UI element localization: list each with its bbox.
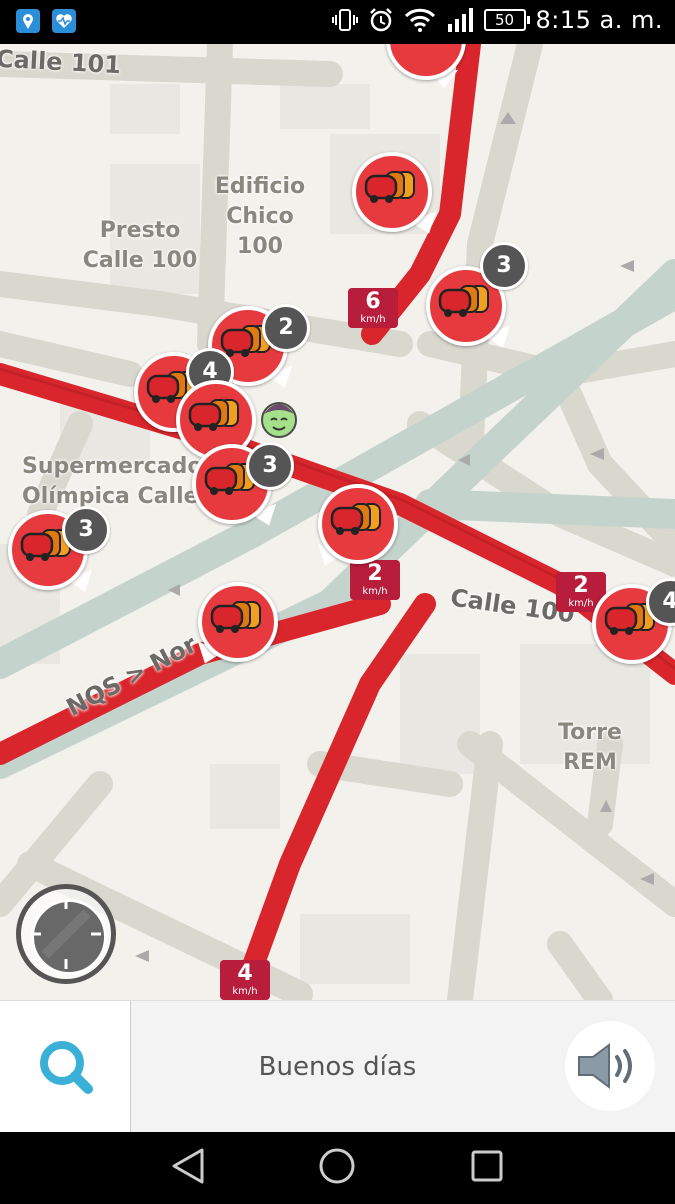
traffic-jam-marker[interactable]	[386, 44, 466, 88]
traffic-jam-icon	[210, 601, 261, 633]
bottom-bar: Buenos días	[0, 1000, 675, 1133]
moods-icon	[261, 402, 297, 438]
sound-button[interactable]	[565, 1021, 655, 1111]
location-app-icon	[16, 9, 40, 33]
user-avatar[interactable]	[258, 396, 300, 438]
traffic-jam-marker[interactable]	[191, 582, 278, 669]
greeting-text: Buenos días	[258, 1052, 417, 1082]
traffic-jam-icon	[330, 503, 381, 535]
map-view[interactable]: Calle 101 Calle 100 NQS > Nor Edificio C…	[0, 44, 675, 1000]
back-icon[interactable]	[172, 1148, 204, 1184]
traffic-jam-marker[interactable]	[311, 484, 398, 571]
edificio-chico-100-label: Edificio Chico 100	[214, 174, 306, 259]
traffic-jam-marker[interactable]: 3	[192, 442, 294, 531]
jam-count-badge: 2	[262, 304, 310, 352]
alarm-icon	[369, 8, 392, 32]
clock: 8:15 a. m.	[535, 6, 663, 34]
status-bar: 50 8:15 a. m.	[0, 0, 675, 44]
traffic-jam-marker[interactable]	[352, 152, 443, 239]
wifi-icon	[404, 8, 435, 32]
speaker-icon	[578, 1043, 632, 1089]
battery-level: 50	[494, 11, 515, 29]
traffic-jam-icon	[364, 171, 415, 203]
presto-calle-100-label: Presto Calle 100	[82, 218, 198, 273]
jam-count-badge: 3	[246, 442, 294, 490]
torre-rem-label: Torre REM	[558, 720, 622, 775]
jam-count-badge: 3	[480, 242, 528, 290]
traffic-jam-marker[interactable]: 3	[8, 506, 110, 597]
battery-icon: 50	[483, 9, 530, 31]
crosshair-icon	[31, 899, 107, 975]
signal-icon	[447, 8, 473, 32]
search-icon	[40, 1041, 93, 1094]
recenter-button[interactable]	[16, 884, 116, 984]
speed-badge[interactable]: 6 km/h	[348, 288, 398, 328]
search-button[interactable]	[0, 1001, 131, 1133]
health-app-icon	[52, 9, 76, 33]
supermercado-label: Supermercado Olímpica Calle	[22, 454, 203, 509]
home-icon[interactable]	[319, 1148, 355, 1184]
vibrate-icon	[331, 9, 358, 31]
jam-count-badge: 3	[62, 506, 110, 554]
speed-badge[interactable]: 2 km/h	[350, 560, 400, 600]
speed-badge[interactable]: 4 km/h	[220, 960, 270, 1000]
traffic-jam-icon	[438, 285, 489, 317]
android-nav-bar	[0, 1132, 675, 1200]
traffic-jam-marker[interactable]: 3	[426, 242, 528, 353]
recents-icon[interactable]	[471, 1150, 503, 1182]
traffic-jam-icon	[188, 399, 239, 431]
